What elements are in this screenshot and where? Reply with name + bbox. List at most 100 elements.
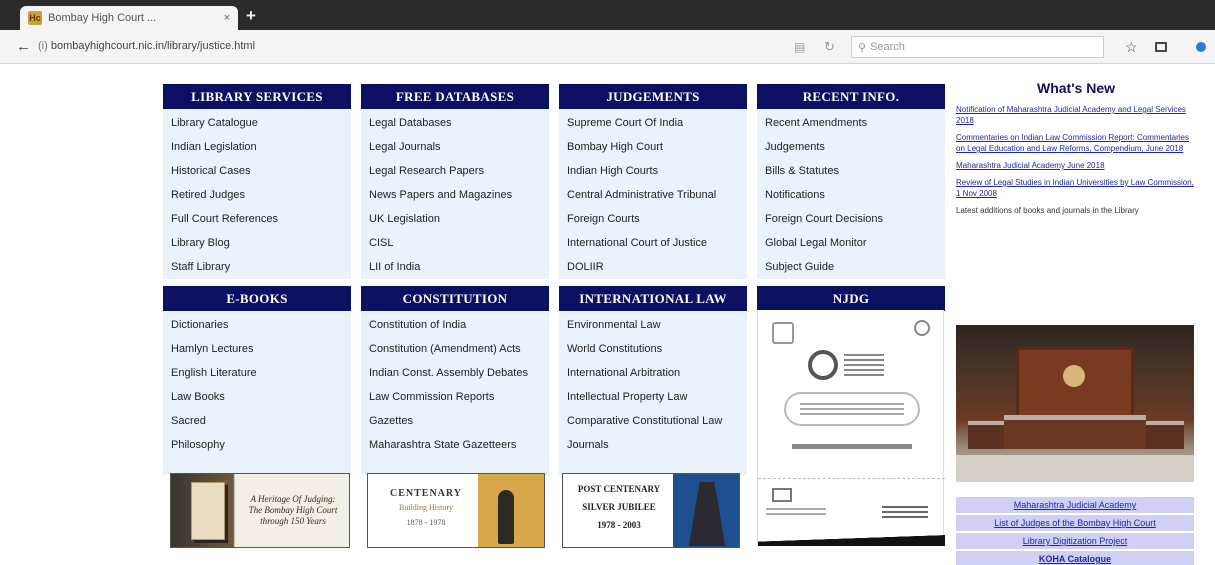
list-item[interactable]: Retired Judges xyxy=(163,183,351,207)
library-icon[interactable] xyxy=(1155,42,1167,52)
side-link-library-digitization[interactable]: Library Digitization Project xyxy=(956,533,1194,549)
reception-desk xyxy=(1004,415,1146,449)
panel-international-law: INTERNATIONAL LAW Environmental Law Worl… xyxy=(559,286,747,475)
njdg-logo-icon xyxy=(808,350,838,380)
list-item[interactable]: Legal Journals xyxy=(361,135,549,159)
list-item[interactable]: Full Court References xyxy=(163,207,351,231)
banner-text: A Heritage Of Judging: The Bombay High C… xyxy=(248,494,338,526)
panel-header: E-BOOKS xyxy=(163,286,351,311)
banner-subtitle: SILVER JUBILEE xyxy=(582,502,656,512)
panel-e-books: E-BOOKS Dictionaries Hamlyn Lectures Eng… xyxy=(163,286,351,475)
panel-library-services: LIBRARY SERVICES Library Catalogue India… xyxy=(163,84,351,279)
list-item[interactable]: Comparative Constitutional Law xyxy=(559,409,747,433)
list-item[interactable]: Indian Legislation xyxy=(163,135,351,159)
digital-india-logo-icon xyxy=(772,488,792,502)
site-info-icon[interactable]: (i) xyxy=(38,40,48,52)
list-item[interactable]: Notifications xyxy=(757,183,945,207)
tab-close-icon[interactable]: × xyxy=(224,12,230,24)
list-item[interactable]: Legal Databases xyxy=(361,111,549,135)
list-item[interactable]: Subject Guide xyxy=(757,255,945,279)
list-item[interactable]: Indian Const. Assembly Debates xyxy=(361,361,549,385)
list-item[interactable]: UK Legislation xyxy=(361,207,549,231)
list-item[interactable]: Foreign Courts xyxy=(559,207,747,231)
list-item[interactable]: Constitution (Amendment) Acts xyxy=(361,337,549,361)
list-item[interactable]: Legal Research Papers xyxy=(361,159,549,183)
url-bar[interactable]: (i) bombayhighcourt.nic.in/library/justi… xyxy=(38,40,255,52)
list-item[interactable]: CISL xyxy=(361,231,549,255)
list-item[interactable]: Central Administrative Tribunal xyxy=(559,183,747,207)
search-input[interactable]: Search xyxy=(870,41,905,53)
side-link-list-of-judges[interactable]: List of Judges of the Bombay High Court xyxy=(956,515,1194,531)
panel-header: RECENT INFO. xyxy=(757,84,945,109)
panel-header: CONSTITUTION xyxy=(361,286,549,311)
favicon-icon: Hc xyxy=(28,11,42,25)
centenary-banner[interactable]: CENTENARY Building History 1878 - 1978 xyxy=(367,473,545,548)
side-link-koha-catalogue[interactable]: KOHA Catalogue xyxy=(956,551,1194,565)
list-item[interactable]: Sacred xyxy=(163,409,351,433)
panel-header: FREE DATABASES xyxy=(361,84,549,109)
divider xyxy=(758,478,945,479)
list-item[interactable]: LII of India xyxy=(361,255,549,279)
list-item[interactable]: Maharashtra State Gazetteers xyxy=(361,433,549,457)
list-item[interactable]: Judgements xyxy=(757,135,945,159)
list-item[interactable]: DOLIIR xyxy=(559,255,747,279)
decorative-swoosh xyxy=(758,528,945,546)
list-item[interactable]: International Court of Justice xyxy=(559,231,747,255)
list-item[interactable]: Supreme Court Of India xyxy=(559,111,747,135)
list-item[interactable]: Hamlyn Lectures xyxy=(163,337,351,361)
search-box[interactable]: ⚲ Search xyxy=(851,36,1104,58)
list-item[interactable]: Foreign Court Decisions xyxy=(757,207,945,231)
caption-graphic xyxy=(766,508,826,518)
new-tab-icon[interactable]: + xyxy=(246,7,256,24)
side-links: Maharashtra Judicial Academy List of Jud… xyxy=(956,497,1194,565)
list-item[interactable]: Bombay High Court xyxy=(559,135,747,159)
njdg-award-image[interactable] xyxy=(757,310,945,546)
news-link[interactable]: Review of Legal Studies in Indian Univer… xyxy=(956,177,1196,199)
list-item[interactable]: Journals xyxy=(559,433,747,457)
whats-new-section: What's New Notification of Maharashtra J… xyxy=(956,78,1196,216)
banner-title: POST CENTENARY xyxy=(577,484,661,494)
list-item[interactable]: English Literature xyxy=(163,361,351,385)
heritage-book-banner[interactable]: A Heritage Of Judging: The Bombay High C… xyxy=(170,473,350,548)
panel-judgements: JUDGEMENTS Supreme Court Of India Bombay… xyxy=(559,84,747,279)
post-centenary-banner[interactable]: POST CENTENARY SILVER JUBILEE 1978 - 200… xyxy=(562,473,740,548)
list-item[interactable]: Environmental Law xyxy=(559,313,747,337)
list-item[interactable]: International Arbitration xyxy=(559,361,747,385)
caption-graphic xyxy=(882,506,928,520)
list-item[interactable]: Historical Cases xyxy=(163,159,351,183)
tab-title: Bombay High Court ... xyxy=(48,12,157,24)
list-item[interactable]: Philosophy xyxy=(163,433,351,457)
list-item[interactable]: Staff Library xyxy=(163,255,351,279)
news-link[interactable]: Notification of Maharashtra Judicial Aca… xyxy=(956,104,1196,126)
list-item[interactable]: World Constitutions xyxy=(559,337,747,361)
list-item[interactable]: News Papers and Magazines xyxy=(361,183,549,207)
list-item[interactable]: Dictionaries xyxy=(163,313,351,337)
side-link-maharashtra-judicial-academy[interactable]: Maharashtra Judicial Academy xyxy=(956,497,1194,513)
list-item[interactable]: Bills & Statutes xyxy=(757,159,945,183)
reader-icon[interactable]: ▤ xyxy=(794,40,805,54)
panel-header: LIBRARY SERVICES xyxy=(163,84,351,109)
back-arrow-icon[interactable]: ← xyxy=(16,38,31,55)
list-item[interactable]: Global Legal Monitor xyxy=(757,231,945,255)
national-emblem-icon xyxy=(772,322,794,344)
news-link[interactable]: Maharashtra Judicial Academy June 2018 xyxy=(956,160,1196,171)
reload-icon[interactable]: ↻ xyxy=(824,39,835,55)
list-item[interactable]: Library Blog xyxy=(163,231,351,255)
court-seal-icon xyxy=(1063,365,1085,387)
list-item[interactable]: Library Catalogue xyxy=(163,111,351,135)
banner-subtitle: Building History xyxy=(398,503,453,512)
list-item[interactable]: Law Books xyxy=(163,385,351,409)
list-item[interactable]: Law Commission Reports xyxy=(361,385,549,409)
browser-tab[interactable]: Hc Bombay High Court ... × xyxy=(20,6,238,30)
list-item[interactable]: Constitution of India xyxy=(361,313,549,337)
news-link[interactable]: Commentaries on Indian Law Commission Re… xyxy=(956,132,1196,154)
list-item[interactable]: Intellectual Property Law xyxy=(559,385,747,409)
statue-icon xyxy=(498,490,514,544)
extension-icon[interactable] xyxy=(1196,42,1206,52)
list-item[interactable]: Gazettes xyxy=(361,409,549,433)
ecourts-logo-icon xyxy=(914,320,930,336)
star-icon[interactable]: ☆ xyxy=(1125,39,1138,56)
browser-titlebar: Hc Bombay High Court ... × + xyxy=(0,0,1215,30)
list-item[interactable]: Recent Amendments xyxy=(757,111,945,135)
list-item[interactable]: Indian High Courts xyxy=(559,159,747,183)
